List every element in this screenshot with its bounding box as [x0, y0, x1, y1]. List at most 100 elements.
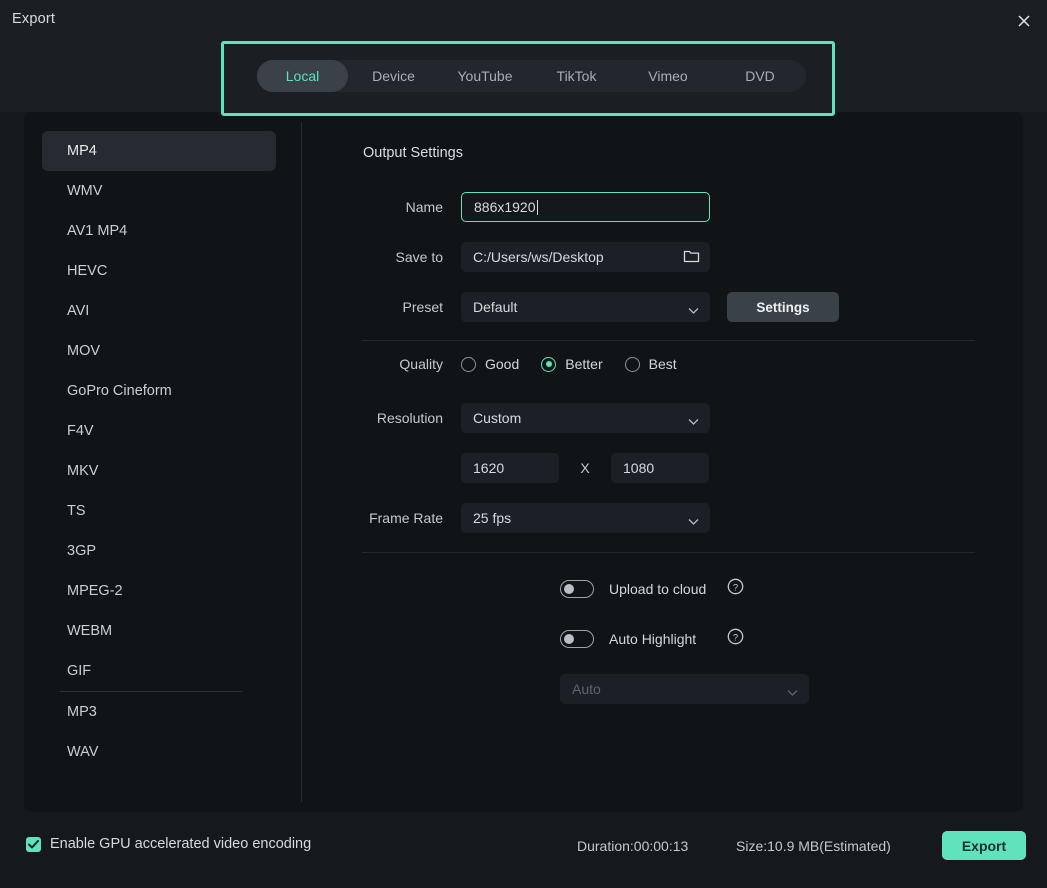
format-item-ts[interactable]: TS — [42, 491, 276, 531]
format-item-mp3[interactable]: MP3 — [42, 692, 276, 732]
frame-rate-row: Frame Rate 25 fps — [301, 503, 710, 533]
quality-option-better[interactable]: Better — [541, 356, 602, 372]
export-dialog: Export Local Device YouTube TikTok Vimeo… — [0, 0, 1047, 888]
format-item-mkv[interactable]: MKV — [42, 451, 276, 491]
upload-to-cloud-toggle[interactable] — [560, 580, 594, 598]
resolution-value: Custom — [473, 410, 521, 426]
export-button[interactable]: Export — [942, 831, 1026, 860]
radio-icon-better — [541, 357, 556, 372]
format-item-mp4[interactable]: MP4 — [42, 131, 276, 171]
auto-select[interactable]: Auto — [560, 674, 809, 704]
toggle-knob — [564, 634, 574, 644]
format-item-avi[interactable]: AVI — [42, 291, 276, 331]
format-item-mov[interactable]: MOV — [42, 331, 276, 371]
format-item-gopro-cineform[interactable]: GoPro Cineform — [42, 371, 276, 411]
resolution-size-row: 1620 X 1080 — [301, 453, 709, 483]
gpu-checkbox-row[interactable]: Enable GPU accelerated video encoding — [26, 836, 311, 852]
toggle-knob — [564, 584, 574, 594]
quality-option-best-label: Best — [649, 356, 677, 372]
auto-select-value: Auto — [572, 681, 601, 697]
resolution-label: Resolution — [301, 410, 461, 426]
tab-youtube[interactable]: YouTube — [439, 60, 531, 92]
format-item-webm[interactable]: WEBM — [42, 611, 276, 651]
frame-rate-select[interactable]: 25 fps — [461, 503, 710, 533]
quality-option-good[interactable]: Good — [461, 356, 519, 372]
quality-option-good-label: Good — [485, 356, 519, 372]
preset-label: Preset — [301, 299, 461, 315]
check-icon — [28, 840, 39, 849]
folder-icon[interactable] — [683, 248, 700, 267]
quality-row: Quality Good Better Best — [301, 344, 699, 384]
save-to-value: C:/Users/ws/Desktop — [473, 249, 604, 265]
duration-status: Duration:00:00:13 — [577, 838, 688, 854]
help-glyph: ? — [727, 628, 744, 645]
close-glyph — [1016, 13, 1032, 29]
help-icon[interactable]: ? — [727, 628, 744, 650]
svg-text:?: ? — [733, 582, 738, 593]
format-item-mpeg2[interactable]: MPEG-2 — [42, 571, 276, 611]
footer-bar — [0, 820, 1047, 888]
quality-label: Quality — [301, 356, 461, 372]
format-list: MP4 WMV AV1 MP4 HEVC AVI MOV GoPro Cinef… — [42, 131, 276, 772]
size-status: Size:10.9 MB(Estimated) — [736, 838, 891, 854]
section-divider-2 — [362, 552, 975, 553]
tab-dvd[interactable]: DVD — [714, 60, 806, 92]
title-bar: Export — [0, 0, 1047, 42]
format-item-f4v[interactable]: F4V — [42, 411, 276, 451]
name-row: Name 886x1920 — [301, 192, 710, 222]
width-input[interactable]: 1620 — [461, 453, 559, 483]
tab-device[interactable]: Device — [348, 60, 439, 92]
text-caret — [537, 200, 538, 215]
save-to-label: Save to — [301, 249, 461, 265]
preset-select[interactable]: Default — [461, 292, 710, 322]
settings-button[interactable]: Settings — [727, 292, 839, 322]
tab-bar: Local Device YouTube TikTok Vimeo DVD — [257, 60, 806, 92]
format-item-wav[interactable]: WAV — [42, 732, 276, 772]
upload-to-cloud-row: Upload to cloud ? — [560, 578, 744, 600]
frame-rate-label: Frame Rate — [301, 510, 461, 526]
format-item-av1mp4[interactable]: AV1 MP4 — [42, 211, 276, 251]
format-item-gif[interactable]: GIF — [42, 651, 276, 691]
auto-select-row: Auto — [560, 674, 809, 704]
chevron-glyph — [688, 418, 699, 426]
upload-to-cloud-label: Upload to cloud — [609, 581, 727, 597]
tab-vimeo[interactable]: Vimeo — [622, 60, 714, 92]
quality-radio-group: Good Better Best — [461, 356, 699, 372]
height-input[interactable]: 1080 — [611, 453, 709, 483]
page-title: Export — [12, 11, 55, 27]
close-icon[interactable] — [1001, 0, 1047, 42]
export-panel: MP4 WMV AV1 MP4 HEVC AVI MOV GoPro Cinef… — [24, 112, 1023, 812]
save-to-row: Save to C:/Users/ws/Desktop — [301, 242, 710, 272]
name-label: Name — [301, 199, 461, 215]
auto-highlight-row: Auto Highlight ? — [560, 628, 744, 650]
name-input[interactable]: 886x1920 — [461, 192, 710, 222]
frame-rate-value: 25 fps — [473, 510, 511, 526]
name-input-value: 886x1920 — [474, 199, 536, 215]
svg-text:?: ? — [733, 632, 738, 643]
chevron-glyph — [688, 307, 699, 315]
help-glyph: ? — [727, 578, 744, 595]
chevron-glyph — [688, 518, 699, 526]
auto-highlight-toggle[interactable] — [560, 630, 594, 648]
quality-option-better-label: Better — [565, 356, 602, 372]
format-item-wmv[interactable]: WMV — [42, 171, 276, 211]
gpu-label: Enable GPU accelerated video encoding — [50, 836, 311, 852]
section-divider-1 — [362, 340, 975, 341]
size-separator: X — [559, 460, 611, 476]
quality-option-best[interactable]: Best — [625, 356, 677, 372]
save-to-input[interactable]: C:/Users/ws/Desktop — [461, 242, 710, 272]
gpu-checkbox[interactable] — [26, 837, 41, 852]
format-item-hevc[interactable]: HEVC — [42, 251, 276, 291]
chevron-down-icon — [688, 413, 699, 429]
folder-glyph — [683, 248, 700, 264]
format-item-3gp[interactable]: 3GP — [42, 531, 276, 571]
preset-row: Preset Default Settings — [301, 292, 839, 322]
resolution-select[interactable]: Custom — [461, 403, 710, 433]
resolution-row: Resolution Custom — [301, 403, 710, 433]
tab-local[interactable]: Local — [257, 60, 348, 92]
chevron-down-icon — [688, 513, 699, 529]
radio-icon-good — [461, 357, 476, 372]
output-settings-heading: Output Settings — [363, 145, 463, 161]
help-icon[interactable]: ? — [727, 578, 744, 600]
tab-tiktok[interactable]: TikTok — [531, 60, 622, 92]
